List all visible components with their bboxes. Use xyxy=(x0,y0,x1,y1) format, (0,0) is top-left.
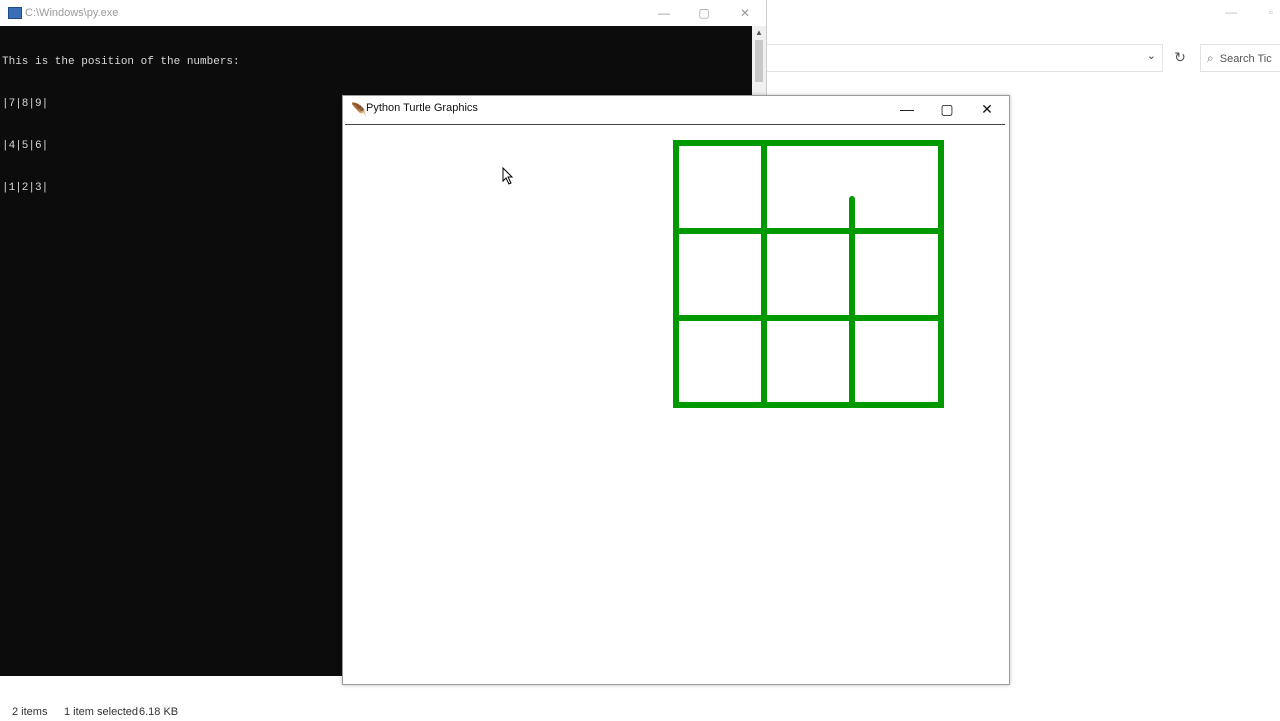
close-icon[interactable]: ✕ xyxy=(727,0,763,26)
minimize-icon[interactable]: — xyxy=(1216,2,1246,22)
console-app-icon xyxy=(8,7,22,19)
feather-icon: 🪶 xyxy=(351,102,368,117)
turtle-titlebar: 🪶 Python Turtle Graphics — ▢ ✕ xyxy=(343,96,1009,124)
turtle-title: Python Turtle Graphics xyxy=(366,102,478,114)
address-bar[interactable]: ⌄ xyxy=(760,44,1163,72)
refresh-icon[interactable]: ↻ xyxy=(1168,44,1192,70)
tic-tac-toe-board xyxy=(673,140,944,408)
maximize-icon[interactable]: ▢ xyxy=(686,0,722,26)
board-outer-border xyxy=(673,140,944,408)
scroll-thumb[interactable] xyxy=(755,40,763,82)
close-icon[interactable]: ✕ xyxy=(967,96,1007,124)
turtle-graphics-window: 🪶 Python Turtle Graphics — ▢ ✕ xyxy=(342,95,1010,685)
search-icon: ⌕ xyxy=(1207,51,1214,65)
item-count: 2 items xyxy=(12,706,48,718)
explorer-titlebar: — ▫ xyxy=(760,0,1280,28)
minimize-icon[interactable]: — xyxy=(887,96,927,124)
maximize-icon[interactable]: ▢ xyxy=(927,96,967,124)
turtle-canvas[interactable] xyxy=(345,124,1005,681)
status-bar: 2 items 1 item selected 6.18 KB xyxy=(0,702,1280,720)
minimize-icon[interactable]: — xyxy=(646,0,682,26)
search-placeholder: Search Tic xyxy=(1219,53,1272,65)
console-title: C:\Windows\py.exe xyxy=(25,7,119,19)
mouse-cursor-icon xyxy=(502,167,514,185)
selection-size: 6.18 KB xyxy=(139,706,179,718)
console-titlebar: C:\Windows\py.exe — ▢ ✕ xyxy=(0,0,766,26)
console-line: This is the position of the numbers: xyxy=(2,56,240,68)
maximize-icon[interactable]: ▫ xyxy=(1256,2,1280,22)
scroll-up-icon[interactable]: ▲ xyxy=(755,28,763,37)
selection-count: 1 item selected xyxy=(64,706,138,718)
chevron-down-icon[interactable]: ⌄ xyxy=(1147,49,1156,62)
search-input[interactable]: ⌕ Search Tic xyxy=(1200,44,1280,72)
